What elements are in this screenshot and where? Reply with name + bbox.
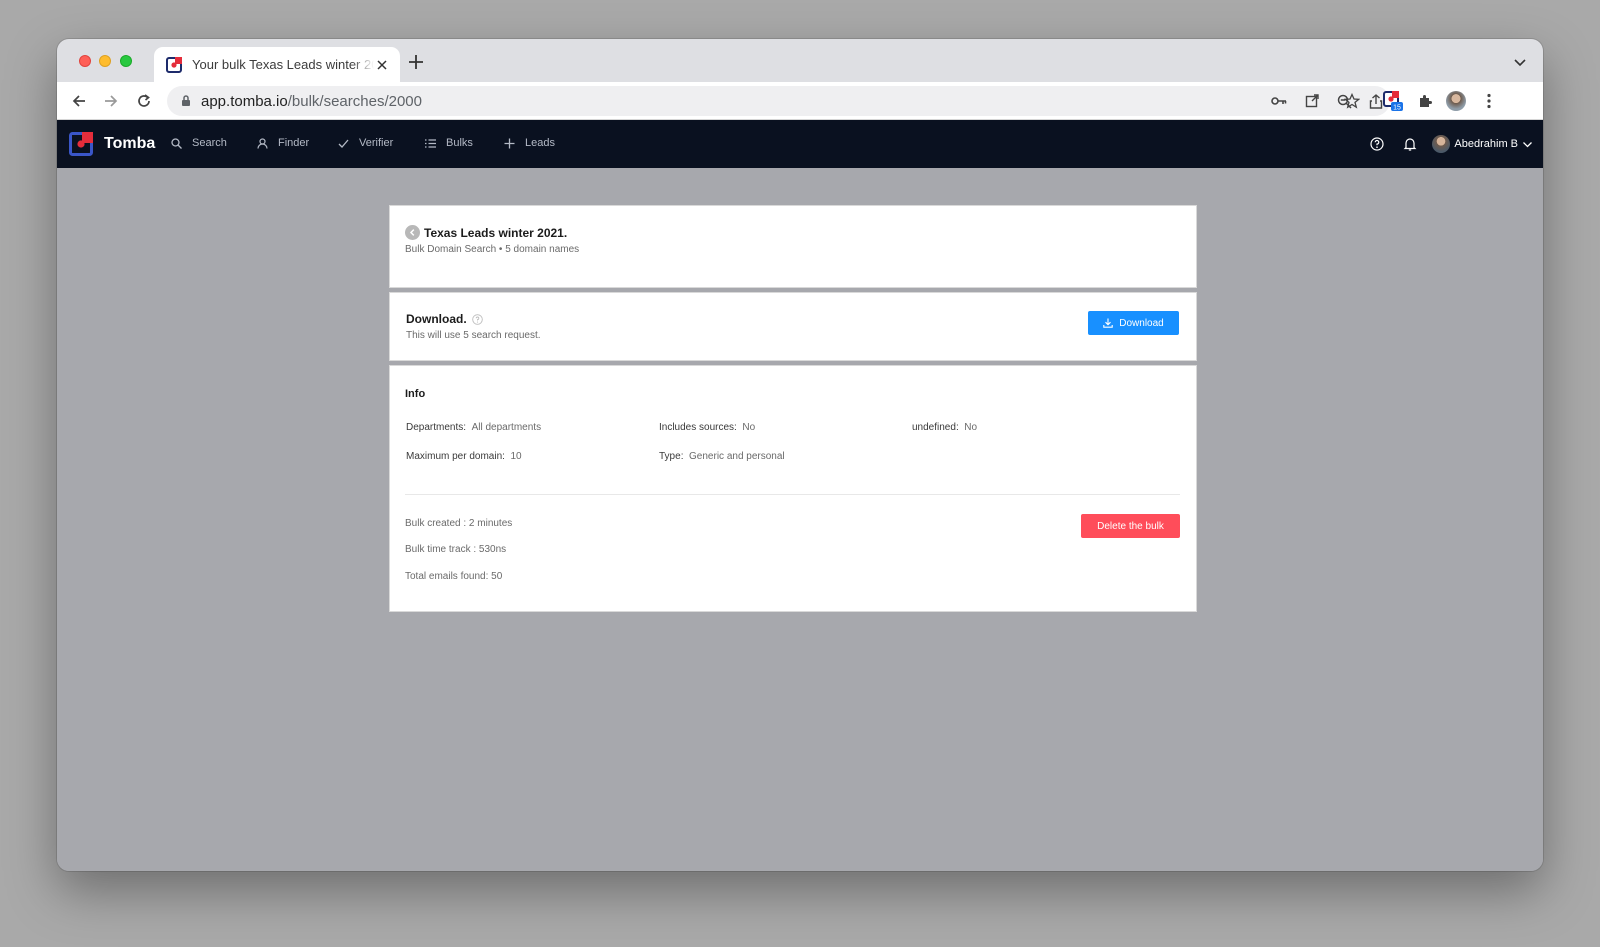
tomba-extension-icon: 15 (1383, 91, 1403, 111)
extension-badge: 15 (1393, 105, 1401, 112)
undefined-value: No (964, 422, 978, 433)
nav-search[interactable]: Search (171, 137, 227, 149)
download-description: This will use 5 search request. (406, 330, 541, 341)
undefined-field: undefined: No (912, 422, 978, 433)
tab-title: Your bulk Texas Leads winter 2021. (192, 57, 374, 72)
browser-menu-button[interactable] (1479, 91, 1499, 111)
bell-icon[interactable] (1402, 136, 1418, 152)
minimize-window-button[interactable] (99, 55, 111, 67)
forward-button[interactable] (101, 91, 121, 111)
password-key-icon[interactable] (1270, 92, 1288, 110)
undefined-key: undefined (912, 422, 956, 433)
puzzle-icon (1420, 95, 1432, 107)
browser-toolbar: app.tomba.io/bulk/searches/2000 15 (57, 82, 1543, 120)
tab-search-chevron-icon[interactable] (1513, 55, 1527, 69)
info-title: Info (405, 388, 426, 400)
nav-verifier[interactable]: Verifier (338, 137, 393, 149)
reload-icon (138, 94, 150, 107)
download-button-label: Download (1119, 317, 1164, 329)
includes-sources-key: Includes sources (659, 422, 735, 433)
more-vertical-icon (1487, 93, 1491, 109)
bulk-subtitle: Bulk Domain Search • 5 domain names (405, 244, 580, 255)
profile-avatar-button[interactable] (1446, 91, 1466, 111)
address-bar[interactable]: app.tomba.io/bulk/searches/2000 (167, 86, 1390, 116)
download-title-row: Download. (406, 312, 483, 326)
bulk-created: Bulk created : 2 minutes (405, 518, 513, 529)
departments-key: Departments (406, 422, 464, 433)
includes-sources-field: Includes sources: No (659, 422, 756, 433)
close-window-button[interactable] (79, 55, 91, 67)
bulk-time-track: Bulk time track : 530ns (405, 544, 507, 555)
list-icon (425, 138, 436, 148)
nav-finder[interactable]: Finder (257, 137, 309, 149)
bulk-header-card: Texas Leads winter 2021. Bulk Domain Sea… (389, 205, 1197, 288)
bulk-title: Texas Leads winter 2021. (424, 226, 568, 240)
nav-bulks[interactable]: Bulks (425, 137, 473, 149)
browser-tab-active[interactable]: Your bulk Texas Leads winter 2021. (154, 47, 400, 82)
browser-window: Your bulk Texas Leads winter 2021. (57, 39, 1543, 871)
new-tab-icon[interactable] (407, 53, 425, 71)
app-navbar: Tomba Search Finder Verifier Bulks Leads (57, 120, 1543, 168)
question-circle-icon[interactable] (471, 313, 483, 325)
delete-bulk-button[interactable]: Delete the bulk (1081, 514, 1180, 538)
nav-verifier-label: Verifier (359, 137, 394, 149)
type-field: Type: Generic and personal (659, 451, 785, 462)
max-per-domain-value: 10 (510, 451, 522, 462)
departments-value: All departments (471, 422, 542, 433)
profile-avatar-icon (1446, 91, 1466, 111)
star-icon (1344, 93, 1360, 109)
open-external-icon[interactable] (1303, 92, 1321, 110)
departments-field: Departments: All departments (406, 422, 542, 433)
nav-finder-label: Finder (278, 137, 310, 149)
help-circle-icon[interactable] (1369, 136, 1385, 152)
back-button[interactable] (69, 91, 89, 111)
user-avatar (1432, 135, 1451, 153)
chevron-down-icon (1523, 141, 1532, 147)
info-card: Info Departments: All departments Includ… (389, 365, 1197, 612)
reload-button[interactable] (134, 91, 154, 111)
tomba-extension-button[interactable]: 15 (1383, 91, 1403, 111)
check-icon (338, 139, 349, 148)
delete-bulk-label: Delete the bulk (1097, 520, 1164, 532)
url-text: app.tomba.io/bulk/searches/2000 (201, 93, 422, 110)
url-path: /bulk/searches/2000 (287, 93, 422, 110)
extensions-button[interactable] (1415, 91, 1435, 111)
download-title: Download. (406, 312, 467, 326)
bookmark-star-button[interactable] (1342, 91, 1362, 111)
tab-strip: Your bulk Texas Leads winter 2021. (57, 39, 1543, 82)
tab-close-icon[interactable] (374, 57, 390, 73)
max-per-domain-field: Maximum per domain: 10 (406, 451, 522, 462)
download-card: Download. This will use 5 search request… (389, 292, 1197, 361)
arrow-right-icon (105, 95, 118, 107)
includes-sources-value: No (742, 422, 756, 433)
page-content: Texas Leads winter 2021. Bulk Domain Sea… (57, 168, 1543, 871)
back-circle-icon[interactable] (405, 225, 420, 240)
arrow-left-icon (72, 95, 85, 107)
nav-leads[interactable]: Leads (504, 137, 555, 149)
search-icon (171, 137, 182, 149)
download-icon (1103, 318, 1113, 328)
brand-logo-link[interactable]: Tomba (69, 132, 155, 156)
maximize-window-button[interactable] (120, 55, 132, 67)
total-emails-found: Total emails found: 50 (405, 571, 503, 582)
lock-icon (182, 95, 190, 106)
max-per-domain-key: Maximum per domain (406, 451, 503, 462)
download-button[interactable]: Download (1088, 311, 1179, 335)
brand-name: Tomba (104, 135, 156, 152)
plus-icon (504, 138, 515, 148)
info-divider (405, 494, 1180, 495)
nav-search-label: Search (192, 137, 227, 149)
user-icon (257, 137, 268, 149)
user-name: Abedrahim B (1454, 138, 1518, 150)
tomba-favicon-icon (166, 56, 182, 73)
nav-leads-label: Leads (525, 137, 555, 149)
url-host: app.tomba.io (201, 93, 288, 110)
tomba-logo-icon (69, 132, 93, 156)
type-key: Type (659, 451, 681, 462)
user-menu[interactable]: Abedrahim B (1432, 135, 1533, 153)
nav-bulks-label: Bulks (446, 137, 473, 149)
type-value: Generic and personal (689, 451, 785, 462)
